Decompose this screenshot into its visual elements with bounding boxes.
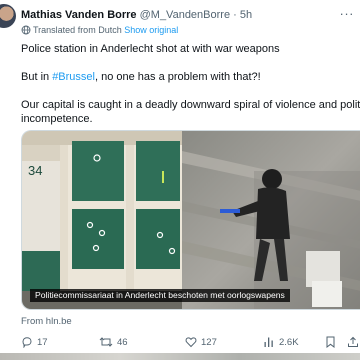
tweet-time[interactable]: 5h <box>240 9 252 21</box>
hashtag-link[interactable]: #Brussel <box>52 71 95 83</box>
media-image: 34 <box>22 131 360 309</box>
show-original-link[interactable]: Show original <box>124 25 178 35</box>
header-separator: · <box>230 9 240 21</box>
translated-label: Translated from Dutch <box>33 25 122 35</box>
author-name[interactable]: Mathias Vanden Borre <box>21 9 137 21</box>
like-count: 127 <box>201 336 217 348</box>
reply-icon <box>22 337 32 348</box>
tweet-card: Mathias Vanden Borre @M_VandenBorre · 5h… <box>0 0 360 353</box>
source-link[interactable]: From hln.be <box>21 316 72 327</box>
reply-button[interactable]: 17 <box>21 336 48 348</box>
repost-button[interactable]: 46 <box>99 336 128 348</box>
background-strip <box>0 353 360 360</box>
tweet-text-line-1: Police station in Anderlecht shot at wit… <box>21 43 280 55</box>
heart-icon <box>185 337 197 348</box>
line2-suffix: , no one has a problem with that?! <box>94 71 261 83</box>
media-preview[interactable]: 34 Politiecommissariaat in Anderlecht be… <box>21 130 360 310</box>
reply-count: 17 <box>37 336 48 348</box>
author-handle[interactable]: @M_VandenBorre <box>140 9 230 21</box>
tweet-text-line-3: Our capital is caught in a deadly downwa… <box>21 99 360 111</box>
repost-icon <box>99 337 113 347</box>
author-avatar[interactable] <box>0 4 16 28</box>
more-options-icon[interactable]: ··· <box>340 6 355 21</box>
views-count: 2.6K <box>279 336 299 348</box>
globe-icon <box>21 25 31 35</box>
media-caption: Politiecommissariaat in Anderlecht besch… <box>30 289 290 302</box>
bookmark-icon <box>326 336 335 348</box>
repost-count: 46 <box>117 336 128 348</box>
tweet-text-line-2: But in #Brussel, no one has a problem wi… <box>21 70 360 84</box>
bookmark-button[interactable] <box>325 336 340 348</box>
share-button[interactable] <box>347 336 360 348</box>
views-icon <box>264 337 273 347</box>
action-bar: 17 46 127 2.6K <box>21 336 360 352</box>
views-button[interactable]: 2.6K <box>263 336 299 348</box>
tweet-header: Mathias Vanden Borre @M_VandenBorre · 5h <box>21 8 252 22</box>
like-button[interactable]: 127 <box>185 336 217 348</box>
translation-notice: Translated from Dutch Show original <box>21 24 178 36</box>
tweet-text-line-4: incompetence. <box>21 113 93 125</box>
door-number: 34 <box>28 163 42 178</box>
share-icon <box>348 336 358 347</box>
line2-prefix: But in <box>21 71 53 83</box>
